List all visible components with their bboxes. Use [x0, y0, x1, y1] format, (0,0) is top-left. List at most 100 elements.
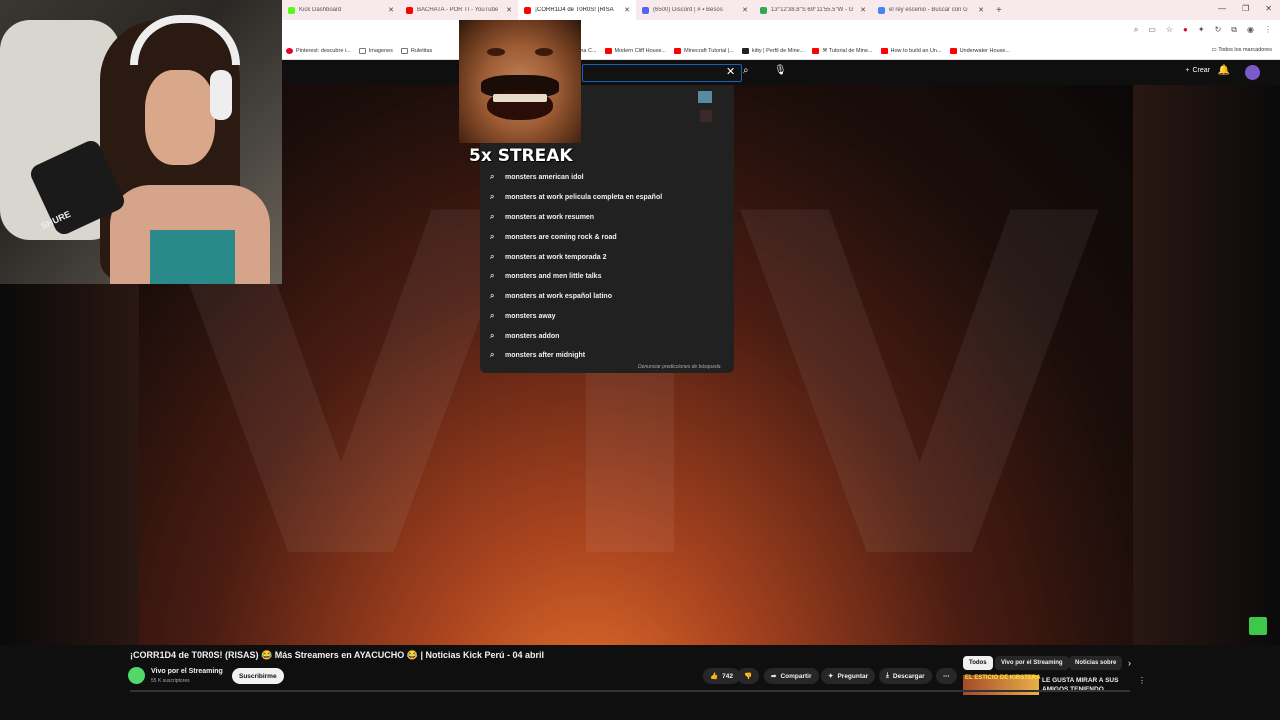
bookmark-item[interactable]: Pinterest: descubre i... [286, 47, 351, 54]
bookmark-item[interactable]: Imagenes [358, 47, 393, 54]
share-button[interactable]: ➦ Compartir [764, 668, 819, 684]
bookmark-item[interactable]: kitty | Perfil de Mine... [741, 47, 804, 54]
suggestion-item[interactable]: ⌕ monsters at work resumen [490, 212, 594, 222]
close-icon[interactable]: ✕ [506, 6, 512, 14]
youtube-icon [604, 47, 612, 54]
chevron-right-icon[interactable]: › [1128, 658, 1131, 668]
minimize-icon[interactable]: — [1218, 4, 1226, 13]
tab-2[interactable]: ¡CORR1D4 de T0R0S! (RISA ✕ [518, 0, 636, 20]
search-icon: ⌕ [490, 212, 495, 221]
bookmark-label: Minecraft Tutorial |... [684, 47, 734, 54]
bookmark-label: Ruletitas [410, 47, 433, 54]
avatar[interactable] [1245, 65, 1260, 80]
create-button[interactable]: + Crear [1185, 67, 1210, 74]
suggestion-item[interactable]: ⌕ monsters away [490, 311, 556, 321]
more-vert-icon[interactable]: ⋮ [1138, 676, 1146, 685]
chip-channel[interactable]: Vivo por el Streaming [995, 656, 1069, 670]
search-icon[interactable]: ⌕ [743, 65, 749, 76]
search-input[interactable] [582, 64, 742, 82]
close-icon[interactable]: ✕ [742, 6, 748, 14]
star-icon[interactable]: ☆ [1166, 25, 1173, 35]
youtube-favicon [406, 6, 413, 14]
opera-icon[interactable]: ● [1183, 25, 1188, 35]
video-title: ¡CORR1D4 de T0R0S! (RISAS) 😂 Más Streame… [130, 650, 545, 660]
dislike-button[interactable]: 👎 [737, 668, 760, 684]
browser-tab-strip: Kick Dashboard ✕ BACHATA - POR TI - YouTu… [282, 0, 1280, 20]
suggestion-item[interactable]: ⌕ monsters addon [490, 331, 559, 341]
suggestion-text: monsters at work pelicula completa en es… [505, 193, 663, 201]
tab-5[interactable]: el rey escenio - Buscar con G ✕ [872, 0, 990, 20]
zoom-icon[interactable]: ⌕ [1134, 25, 1138, 35]
suggestion-item[interactable]: ⌕ monsters at work pelicula completa en e… [490, 192, 662, 202]
more-actions-button[interactable]: ⋯ [936, 668, 957, 684]
cast-icon[interactable]: ▭ [1148, 25, 1156, 35]
tab-label: (6500) Discord | # ▪ Besos [653, 7, 723, 13]
bookmark-label: Modern Cliff House... [614, 47, 667, 54]
suggestion-item[interactable]: ⌕ monsters american idol [490, 172, 584, 182]
puzzle-icon[interactable]: ⧉ [1231, 25, 1237, 35]
close-window-icon[interactable]: ✕ [1265, 4, 1272, 13]
search-icon: ⌕ [490, 350, 495, 359]
menu-icon[interactable]: ⋮ [1264, 25, 1272, 35]
refresh-icon[interactable]: ↻ [1215, 25, 1222, 35]
bookmark-item[interactable]: Minecraft Tutorial |... [674, 47, 734, 54]
suggestion-item[interactable]: ⌕ monsters at work español latino [490, 291, 612, 301]
new-tab-button[interactable]: + [990, 5, 1008, 16]
microphone-icon[interactable]: 🎙 [774, 65, 787, 76]
tab-label: Kick Dashboard [299, 7, 342, 13]
suggestion-item[interactable]: ⌕ monsters after midnight [490, 350, 585, 360]
tab-label: 13°12'38.8"S 69°11'55.5"W - G [771, 7, 854, 13]
maximize-icon[interactable]: ❐ [1242, 4, 1249, 13]
suggestion-item[interactable]: ⌕ monsters are coming rock & road [490, 232, 617, 242]
chip-news[interactable]: Noticias sobre [1069, 656, 1123, 670]
channel-avatar[interactable] [128, 667, 145, 684]
youtube-icon [812, 47, 820, 54]
youtube-header: ✕ ⌕ 🎙 + Crear 🔔 [282, 60, 1280, 85]
bookmark-label: How to build an Un... [890, 47, 942, 54]
profile-icon[interactable]: ◉ [1247, 25, 1254, 35]
thumbs-up-icon: 👍 [710, 673, 719, 680]
tab-4[interactable]: 13°12'38.8"S 69°11'55.5"W - G ✕ [754, 0, 872, 20]
channel-subscribers: 55 K suscriptores [151, 678, 190, 684]
close-icon[interactable]: ✕ [624, 6, 630, 14]
bookmark-label: Imagenes [368, 47, 393, 54]
ask-label: Preguntar [837, 672, 869, 680]
bookmark-item[interactable]: Ruletitas [400, 47, 433, 54]
video-progress-bar[interactable] [130, 690, 1130, 692]
bookmark-item[interactable]: How to build an Un... [880, 47, 942, 54]
suggestion-thumbnail [698, 91, 712, 103]
channel-name[interactable]: Vivo por el Streaming [151, 668, 223, 675]
clear-search-icon[interactable]: ✕ [726, 65, 735, 78]
address-bar-row[interactable]: ⌕ ▭ ☆ ● ✦ ↻ ⧉ ◉ ⋮ [282, 20, 1280, 42]
close-icon[interactable]: ✕ [860, 6, 866, 14]
subscribe-button[interactable]: Suscribirme [232, 668, 284, 684]
close-icon[interactable]: ✕ [388, 6, 394, 14]
extension-icon[interactable]: ✦ [1198, 25, 1205, 35]
plus-icon: + [1185, 67, 1190, 74]
close-icon[interactable]: ✕ [978, 6, 984, 14]
headset-earcup [210, 70, 232, 120]
suggestion-text: monsters away [505, 312, 556, 320]
tab-3[interactable]: (6500) Discord | # ▪ Besos ✕ [636, 0, 754, 20]
notifications-bell-icon[interactable]: 🔔 [1218, 65, 1230, 76]
tab-0[interactable]: Kick Dashboard ✕ [282, 0, 400, 20]
all-bookmarks[interactable]: ▭ Todos los marcadores [1212, 47, 1272, 53]
suggestion-item[interactable]: ⌕ monsters at work temporada 2 [490, 252, 607, 262]
bookmark-item[interactable]: Modern Cliff House... [604, 47, 667, 54]
recommended-thumbnail-text: EL ESTICIO DE KIRSTERA [965, 675, 1041, 681]
download-label: Descargar [892, 672, 925, 680]
report-predictions-link[interactable]: Denunciar predicciones de búsqueda [638, 364, 721, 370]
create-label: Crear [1192, 67, 1210, 74]
suggestion-item[interactable]: ⌕ monsters and men little talks [490, 271, 601, 281]
bookmark-item[interactable]: ⚒ Tutorial de Mine... [812, 47, 873, 54]
bookmark-item[interactable]: Underwater House... [949, 47, 1010, 54]
suggestion-text: monsters at work español latino [505, 292, 612, 300]
like-button[interactable]: 👍 742 [703, 668, 740, 684]
ask-button[interactable]: ✦ Preguntar [821, 668, 876, 684]
chip-all[interactable]: Todos [963, 656, 993, 670]
download-button[interactable]: ⤓ Descargar [879, 668, 932, 684]
search-icon: ⌕ [490, 252, 495, 261]
meme-overlay-image [459, 20, 581, 143]
tab-1[interactable]: BACHATA - POR TI - YouTube ✕ [400, 0, 518, 20]
share-label: Compartir [780, 672, 812, 680]
